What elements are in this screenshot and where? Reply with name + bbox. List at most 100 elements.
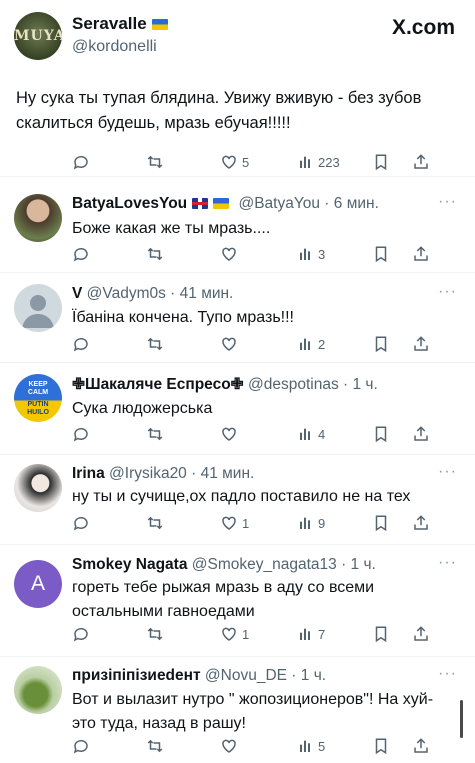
views-button[interactable]: 9	[298, 513, 325, 533]
retweet-button[interactable]	[146, 736, 164, 756]
like-button[interactable]: 5	[220, 152, 249, 172]
share-button[interactable]	[412, 152, 430, 172]
reply-author-name[interactable]: Smokey Nagata	[72, 556, 187, 573]
reply-avatar[interactable]	[14, 464, 62, 512]
reply-time[interactable]: 41 мин.	[201, 465, 255, 482]
reply-author-name[interactable]: BatyaLovesYou	[72, 195, 187, 212]
reply-item[interactable]: A Smokey Nagata @Smokey_nagata13 · 1 ч. …	[0, 546, 475, 656]
scrollbar[interactable]	[460, 700, 463, 738]
bookmark-button[interactable]	[373, 334, 389, 354]
views-button[interactable]: 7	[298, 624, 325, 644]
reply-avatar[interactable]: KEEP CALM PUTIN HUILO	[14, 374, 62, 422]
retweet-button[interactable]	[146, 334, 164, 354]
reply-header: BatyaLovesYou @BatyaYou · 6 мин.	[72, 195, 379, 213]
more-options-icon[interactable]: ···	[438, 283, 457, 301]
bookmark-button[interactable]	[373, 424, 389, 444]
bookmark-button[interactable]	[373, 736, 389, 756]
reply-item[interactable]: BatyaLovesYou @BatyaYou · 6 мин. ··· Бож…	[0, 186, 475, 272]
views-count: 4	[318, 426, 326, 442]
reply-time[interactable]: 41 мин.	[180, 285, 234, 302]
reply-button[interactable]	[72, 513, 90, 533]
reply-header: призіпіпізиеdент @Novu_DE · 1 ч.	[72, 667, 326, 685]
retweet-button[interactable]	[146, 424, 164, 444]
reply-button[interactable]	[72, 424, 90, 444]
views-button[interactable]: 223	[298, 152, 340, 172]
like-button[interactable]	[220, 736, 242, 756]
like-button[interactable]	[220, 334, 242, 354]
retweet-button[interactable]	[146, 152, 164, 172]
reply-handle[interactable]: @Novu_DE	[205, 667, 287, 684]
reply-item[interactable]: V @Vadym0s · 41 мин. ··· Їбаніна кончена…	[0, 274, 475, 362]
reply-button[interactable]	[72, 244, 90, 264]
reply-item[interactable]: Irina @Irysika20 · 41 мин. ··· ну ты и с…	[0, 456, 475, 544]
reply-handle[interactable]: @Smokey_nagata13	[192, 556, 337, 573]
more-options-icon[interactable]: ···	[438, 554, 457, 572]
dot-separator: ·	[336, 556, 351, 573]
like-button[interactable]: 1	[220, 513, 249, 533]
reply-icon	[73, 155, 88, 170]
like-button[interactable]	[220, 244, 242, 264]
reply-avatar[interactable]	[14, 194, 62, 242]
reply-header: Smokey Nagata @Smokey_nagata13 · 1 ч.	[72, 556, 376, 574]
share-button[interactable]	[412, 334, 430, 354]
reply-handle[interactable]: @Vadym0s	[87, 285, 166, 302]
reply-author-name[interactable]: ✙Шакаляче Еспресо✙	[72, 376, 244, 393]
share-button[interactable]	[412, 736, 430, 756]
reply-icon	[73, 516, 88, 531]
share-button[interactable]	[412, 244, 430, 264]
author-avatar[interactable]: MUYA	[14, 12, 62, 60]
more-options-icon[interactable]: ···	[438, 665, 457, 683]
bookmark-button[interactable]	[373, 624, 389, 644]
views-count: 223	[318, 154, 340, 170]
reply-button[interactable]	[72, 736, 90, 756]
reply-button[interactable]	[72, 152, 90, 172]
views-button[interactable]: 5	[298, 736, 325, 756]
reply-item[interactable]: KEEP CALM PUTIN HUILO ✙Шакаляче Еспресо✙…	[0, 364, 475, 454]
reply-avatar[interactable]	[14, 666, 62, 714]
reply-author-name[interactable]: призіпіпізиеdент	[72, 667, 201, 684]
views-icon	[300, 338, 310, 350]
author-name[interactable]: Seravalle	[72, 14, 168, 34]
reply-time[interactable]: 1 ч.	[352, 376, 377, 393]
author-name-text: Seravalle	[72, 14, 147, 33]
views-button[interactable]: 4	[298, 424, 325, 444]
like-button[interactable]	[220, 424, 242, 444]
reply-time[interactable]: 1 ч.	[301, 667, 326, 684]
more-options-icon[interactable]: ···	[438, 463, 457, 481]
reply-button[interactable]	[72, 334, 90, 354]
reply-handle[interactable]: @BatyaYou	[238, 195, 320, 212]
views-button[interactable]: 3	[298, 244, 325, 264]
reply-time[interactable]: 1 ч.	[351, 556, 376, 573]
bookmark-button[interactable]	[373, 244, 389, 264]
bookmark-button[interactable]	[373, 152, 389, 172]
reply-author-name[interactable]: V	[72, 285, 82, 302]
more-options-icon[interactable]: ···	[438, 193, 457, 211]
reply-handle[interactable]: @Irysika20	[109, 465, 187, 482]
reply-avatar[interactable]	[14, 284, 62, 332]
reply-button[interactable]	[72, 624, 90, 644]
reply-item[interactable]: призіпіпізиеdент @Novu_DE · 1 ч. ··· Вот…	[0, 658, 475, 763]
reply-handle[interactable]: @despotinas	[248, 376, 339, 393]
views-icon	[300, 628, 310, 640]
avatar-text-line: CALM	[27, 389, 49, 396]
avatar-text-line: HUILO	[27, 409, 49, 416]
reply-text: ну ты и сучище,ох падло поставило не на …	[72, 488, 411, 505]
reply-author-name[interactable]: Irina	[72, 465, 105, 482]
reply-avatar[interactable]: A	[14, 560, 62, 608]
bookmark-button[interactable]	[373, 513, 389, 533]
reply-text: Вот и вылазит нутро " жопозиционеров"! Н…	[72, 691, 434, 732]
views-button[interactable]: 2	[298, 334, 325, 354]
retweet-button[interactable]	[146, 624, 164, 644]
share-button[interactable]	[412, 513, 430, 533]
divider	[0, 544, 475, 545]
retweet-button[interactable]	[146, 513, 164, 533]
retweet-button[interactable]	[146, 244, 164, 264]
reply-time[interactable]: 6 мин.	[334, 195, 379, 212]
share-icon	[414, 426, 428, 441]
post-text: Ну сука ты тупая блядина. Увижу вживую -…	[16, 89, 422, 132]
like-button[interactable]: 1	[220, 624, 249, 644]
share-button[interactable]	[412, 424, 430, 444]
share-button[interactable]	[412, 624, 430, 644]
author-handle[interactable]: @kordonelli	[72, 38, 157, 56]
share-icon	[414, 336, 428, 351]
